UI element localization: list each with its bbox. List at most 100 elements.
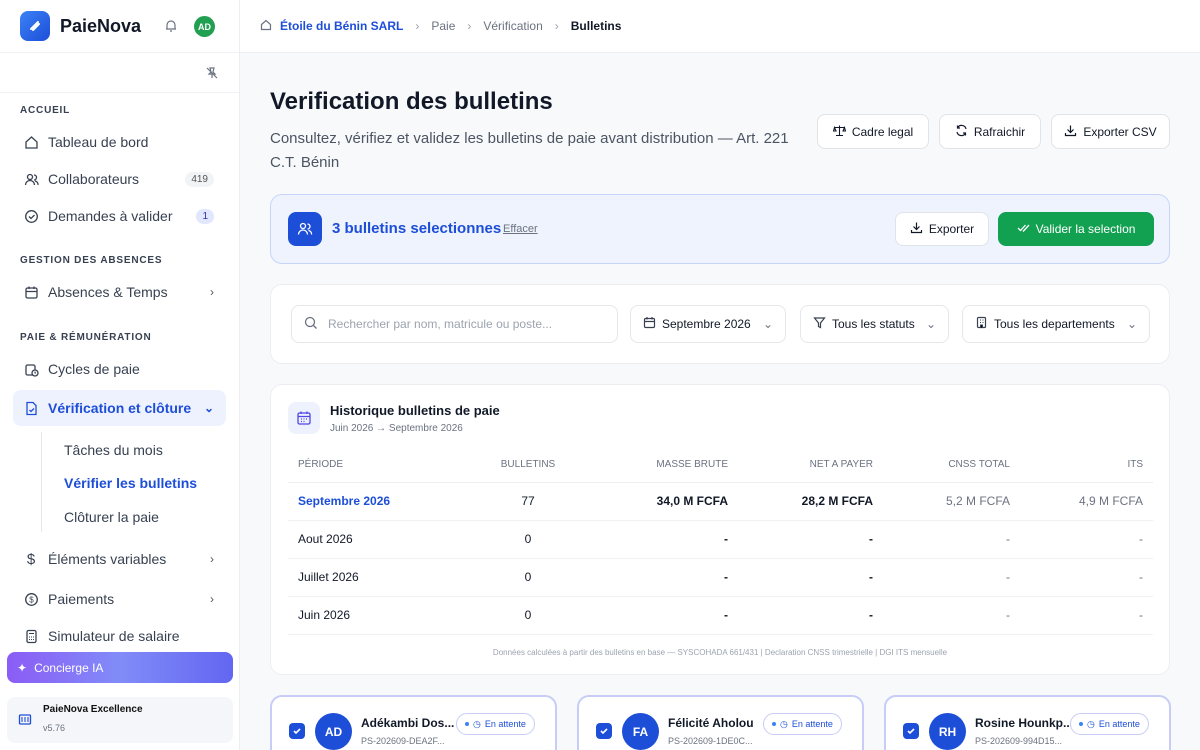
net-cell: - (738, 558, 883, 597)
sidebar-item-absences[interactable]: Absences & Temps › (13, 274, 226, 310)
breadcrumb-company[interactable]: Étoile du Bénin SARL (280, 19, 403, 33)
sidebar-item-label: Demandes à valider (48, 208, 173, 224)
page-title: Verification des bulletins (270, 88, 553, 115)
payslip-card[interactable]: FA Félicité Aholou PS-202609-1DE0C... ◷ … (577, 695, 864, 750)
sidebar-subitem-close[interactable]: Clôturer la paie (64, 509, 159, 525)
refresh-button[interactable]: Rafraichir (939, 114, 1041, 149)
payslip-id: PS-202609-994D15... (975, 736, 1063, 746)
coin-icon: $ (23, 591, 39, 607)
column-header[interactable]: BULLETINS (458, 447, 598, 483)
status-label: En attente (791, 719, 833, 729)
sidebar-subitem-tasks[interactable]: Tâches du mois (64, 442, 163, 458)
chevron-right-icon: › (210, 552, 214, 566)
gross-cell: - (598, 520, 738, 559)
validate-selection-button[interactable]: Valider la selection (998, 212, 1154, 246)
sidebar-item-label: Collaborateurs (48, 171, 140, 187)
cnss-cell: - (883, 558, 1020, 597)
clear-selection-link[interactable]: Effacer (503, 223, 538, 235)
column-header[interactable]: NET A PAYER (738, 447, 883, 483)
home-icon[interactable] (260, 19, 272, 34)
column-header[interactable]: PÉRIODE (288, 447, 458, 483)
chevron-right-icon: › (554, 19, 559, 33)
sidebar-item-cycles[interactable]: Cycles de paie (13, 351, 226, 387)
cnss-cell: - (883, 596, 1020, 635)
breadcrumb-verification[interactable]: Vérification (483, 19, 542, 33)
department-select[interactable]: Tous les departements ⌄ (962, 305, 1150, 343)
page-subtitle: Consultez, vérifiez et validez les bulle… (270, 130, 789, 171)
employee-avatar: FA (622, 713, 659, 750)
user-avatar[interactable]: AD (194, 16, 215, 37)
card-checkbox[interactable] (289, 723, 305, 739)
search-input[interactable]: Rechercher par nom, matricule ou poste..… (291, 305, 618, 343)
building-icon (18, 712, 32, 731)
sidebar-item-payments[interactable]: $ Paiements › (13, 581, 226, 617)
filters-panel: Rechercher par nom, matricule ou poste..… (270, 284, 1170, 364)
gross-cell: - (598, 558, 738, 597)
card-checkbox[interactable] (903, 723, 919, 739)
clock-icon: ◷ (473, 718, 481, 729)
double-check-icon (1017, 221, 1030, 237)
calendar-icon (288, 402, 320, 434)
sparkle-icon: ✦ (17, 660, 28, 675)
sidebar-item-label: Paiements (48, 591, 115, 607)
employee-avatar: RH (929, 713, 966, 750)
check-circle-icon (23, 208, 39, 224)
breadcrumb-paie[interactable]: Paie (431, 19, 455, 33)
button-label: Exporter (928, 222, 975, 236)
status-badge: ◷ En attente (456, 713, 535, 735)
sidebar-item-collaborators[interactable]: Collaborateurs 419 (13, 161, 226, 197)
sidebar-item-dashboard[interactable]: Tableau de bord (13, 124, 226, 160)
chevron-right-icon: › (210, 285, 214, 299)
selection-bar: 3 bulletins selectionnes Effacer Exporte… (270, 194, 1170, 264)
plan-name: PaieNova Excellence (43, 704, 143, 715)
period-cell: Juin 2026 (288, 596, 458, 635)
column-header[interactable]: MASSE BRUTE (598, 447, 738, 483)
app-logo-icon[interactable] (20, 11, 50, 41)
svg-text:$: $ (29, 595, 34, 604)
table-row[interactable]: Aout 2026 0 - - - - (288, 520, 1153, 559)
export-selection-button[interactable]: Exporter (895, 212, 989, 246)
its-cell: - (1020, 558, 1153, 597)
table-row[interactable]: Juin 2026 0 - - - - (288, 596, 1153, 635)
export-csv-button[interactable]: Exporter CSV (1051, 114, 1170, 149)
refresh-icon (955, 124, 968, 140)
sidebar-subitem-verify[interactable]: Vérifier les bulletins (64, 475, 197, 491)
legal-framework-button[interactable]: Cadre legal (817, 114, 929, 149)
table-row[interactable]: Juillet 2026 0 - - - - (288, 558, 1153, 597)
employee-name: Félicité Aholou (668, 716, 754, 730)
column-header[interactable]: ITS (1020, 447, 1153, 483)
calendar-icon (643, 316, 656, 332)
status-badge: ◷ En attente (1070, 713, 1149, 735)
sidebar-item-variables[interactable]: $ Éléments variables › (13, 541, 226, 577)
building-icon (975, 316, 988, 332)
employee-name: Adékambi Dos... (361, 716, 455, 730)
sidebar-item-requests[interactable]: Demandes à valider 1 (13, 198, 226, 234)
status-value: Tous les statuts (832, 317, 915, 331)
requests-count-badge: 1 (196, 208, 214, 224)
history-table: PÉRIODE BULLETINS MASSE BRUTE NET A PAYE… (288, 447, 1153, 635)
users-icon (23, 171, 39, 187)
its-cell: 4,9 M FCFA (1020, 482, 1153, 521)
payslip-card[interactable]: RH Rosine Hounkp... PS-202609-994D15... … (884, 695, 1171, 750)
sidebar-item-label: Tableau de bord (48, 134, 149, 150)
breadcrumb: Étoile du Bénin SARL › Paie › Vérificati… (240, 0, 1200, 53)
sidebar-item-simulator[interactable]: Simulateur de salaire (13, 618, 226, 654)
calculator-icon (23, 628, 39, 644)
bell-icon[interactable] (164, 19, 178, 38)
calendar-icon (23, 284, 39, 300)
chevron-down-icon: ⌄ (762, 317, 773, 331)
card-checkbox[interactable] (596, 723, 612, 739)
net-cell: - (738, 520, 883, 559)
plan-card[interactable]: PaieNova Excellence v5.76 (7, 697, 233, 743)
collaborators-count-badge: 419 (185, 171, 214, 187)
sidebar-item-verification[interactable]: Vérification et clôture ⌄ (13, 390, 226, 426)
column-header[interactable]: CNSS TOTAL (883, 447, 1020, 483)
unpin-icon[interactable] (205, 66, 219, 85)
table-row[interactable]: Septembre 2026 77 34,0 M FCFA 28,2 M FCF… (288, 482, 1153, 521)
sidebar-toolbar (0, 53, 239, 93)
chevron-right-icon: › (210, 592, 214, 606)
period-select[interactable]: Septembre 2026 ⌄ (630, 305, 786, 343)
payslip-card[interactable]: AD Adékambi Dos... PS-202609-DEA2F... ◷ … (270, 695, 557, 750)
status-select[interactable]: Tous les statuts ⌄ (800, 305, 949, 343)
concierge-ai-button[interactable]: ✦ Concierge IA (7, 652, 233, 683)
